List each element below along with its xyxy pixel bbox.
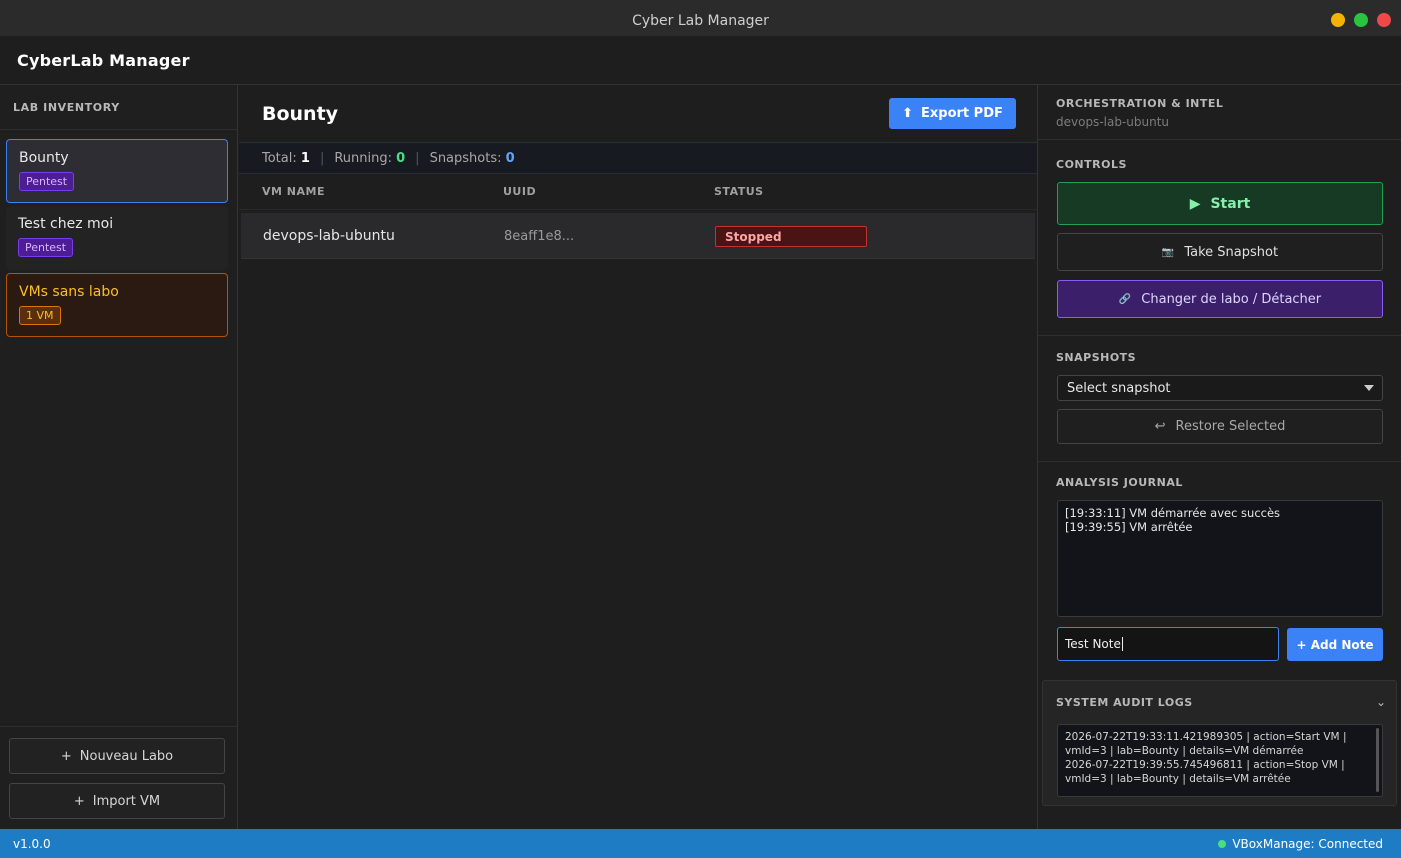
lab-tag: Pentest [19,172,75,191]
stats-bar: Total: 1 | Running: 0 | Snapshots: 0 [239,142,1037,174]
start-label: Start [1210,195,1251,212]
take-snapshot-button[interactable]: 📷 Take Snapshot [1057,233,1383,271]
change-lab-label: Changer de labo / Détacher [1141,291,1322,307]
link-icon: 🔗 [1118,293,1132,305]
window-titlebar: Cyber Lab Manager [0,6,1401,36]
import-vm-label: Import VM [92,793,161,809]
export-pdf-label: Export PDF [921,106,1003,121]
snapshot-select[interactable]: Select snapshot [1057,375,1383,401]
selected-vm-name: devops-lab-ubuntu [1056,115,1170,129]
stats-separator: | [415,150,420,166]
sidebar-footer: + Nouveau Labo + Import VM [0,726,237,829]
maximize-window-button[interactable] [1354,13,1368,27]
connection-label: VBoxManage: Connected [1232,836,1383,851]
audit-log-line: vmId=3 | lab=Bounty | details=VM démarré… [1065,745,1304,757]
running-label: Running: [334,150,392,166]
app-header: CyberLab Manager [0,36,1401,85]
connection-dot-icon [1218,839,1227,848]
lab-tag: Pentest [18,238,74,257]
version-label: v1.0.0 [13,836,51,851]
start-vm-button[interactable]: ▶ Start [1057,182,1383,225]
lab-item-bounty[interactable]: Bounty Pentest [6,139,228,203]
vm-count-badge: 1 VM [19,306,61,325]
lab-name: Bounty [19,150,69,166]
connection-status: VBoxManage: Connected [1218,837,1383,851]
lab-title: Bounty [262,102,339,125]
snapshots-stat: Snapshots: 0 [430,151,515,166]
divider [1038,139,1401,140]
total-value: 1 [300,150,310,166]
column-status: STATUS [714,185,764,198]
play-icon: ▶ [1189,195,1201,212]
total-stat: Total: 1 [262,151,310,166]
add-note-button[interactable]: + Add Note [1287,628,1383,661]
restore-snapshot-button[interactable]: ↩ Restore Selected [1057,409,1383,444]
upload-icon: ⬆ [902,106,914,121]
audit-logs-section: SYSTEM AUDIT LOGS ⌄ 2026-07-22T19:33:11.… [1042,680,1397,806]
running-stat: Running: 0 [334,151,405,166]
change-lab-button[interactable]: 🔗 Changer de labo / Détacher [1057,280,1383,318]
new-lab-button[interactable]: + Nouveau Labo [9,738,225,774]
main-header: Bounty ⬆ Export PDF [239,85,1037,142]
audit-logs-label: SYSTEM AUDIT LOGS [1056,696,1193,709]
journal-entry: [19:33:11] VM démarrée avec succès [1065,506,1281,520]
audit-log-line: 2026-07-22T19:33:11.421989305 | action=S… [1065,731,1347,743]
vm-table-header: VM NAME UUID STATUS [239,174,1037,210]
table-row[interactable]: devops-lab-ubuntu 8eaff1e8... Stopped [241,213,1035,259]
app-brand: CyberLab Manager [17,50,190,70]
sidebar: LAB INVENTORY Bounty Pentest Test chez m… [0,85,238,829]
divider [1038,335,1401,336]
journal-entry: [19:39:55] VM arrêtée [1065,520,1193,534]
vm-name-cell: devops-lab-ubuntu [263,228,395,244]
scrollbar[interactable] [1376,728,1379,792]
new-lab-label: Nouveau Labo [79,748,174,764]
import-vm-button[interactable]: + Import VM [9,783,225,819]
snapshot-select-value: Select snapshot [1067,380,1171,396]
collapse-chevron-icon[interactable]: ⌄ [1376,695,1386,709]
snapshots-section-label: SNAPSHOTS [1056,351,1137,364]
running-value: 0 [396,150,406,166]
window-title: Cyber Lab Manager [632,13,769,29]
column-uuid: UUID [503,185,537,198]
camera-icon: 📷 [1161,246,1175,258]
status-badge: Stopped [715,226,867,247]
panel-title: ORCHESTRATION & INTEL [1056,97,1224,110]
note-input[interactable]: Test Note [1057,627,1279,661]
divider [1038,461,1401,462]
plus-icon: + [60,748,72,764]
lab-item-vms-sans-labo[interactable]: VMs sans labo 1 VM [6,273,228,337]
audit-logs-box[interactable]: 2026-07-22T19:33:11.421989305 | action=S… [1057,724,1383,797]
status-bar: v1.0.0 VBoxManage: Connected [0,829,1401,858]
vm-uuid-cell: 8eaff1e8... [504,229,575,244]
text-cursor [1121,637,1123,651]
take-snapshot-label: Take Snapshot [1184,244,1279,260]
export-pdf-button[interactable]: ⬆ Export PDF [889,98,1016,129]
lab-item-test-chez-moi[interactable]: Test chez moi Pentest [6,206,228,270]
main-content: Bounty ⬆ Export PDF Total: 1 | Running: … [239,85,1037,829]
sidebar-title: LAB INVENTORY [0,85,237,130]
lab-name: VMs sans labo [19,284,119,300]
orchestration-panel: ORCHESTRATION & INTEL devops-lab-ubuntu … [1037,85,1401,829]
snapshots-label: Snapshots: [429,150,502,166]
snapshots-value: 0 [505,150,515,166]
total-label: Total: [262,150,297,166]
restore-label: Restore Selected [1175,419,1286,434]
audit-log-line: vmId=3 | lab=Bounty | details=VM arrêtée [1065,773,1291,785]
column-vm-name: VM NAME [262,185,325,198]
note-input-value: Test Note [1065,637,1121,651]
analysis-journal[interactable]: [19:33:11] VM démarrée avec succès [19:3… [1057,500,1383,617]
lab-name: Test chez moi [18,216,114,232]
audit-log-line: 2026-07-22T19:39:55.745496811 | action=S… [1065,759,1345,771]
stats-separator: | [319,150,325,166]
chevron-down-icon [1364,385,1374,391]
plus-icon: + [73,793,85,809]
close-window-button[interactable] [1377,13,1391,27]
undo-icon: ↩ [1154,419,1166,434]
minimize-window-button[interactable] [1331,13,1345,27]
window-controls [1331,13,1391,27]
journal-label: ANALYSIS JOURNAL [1056,476,1183,489]
controls-label: CONTROLS [1056,158,1127,171]
